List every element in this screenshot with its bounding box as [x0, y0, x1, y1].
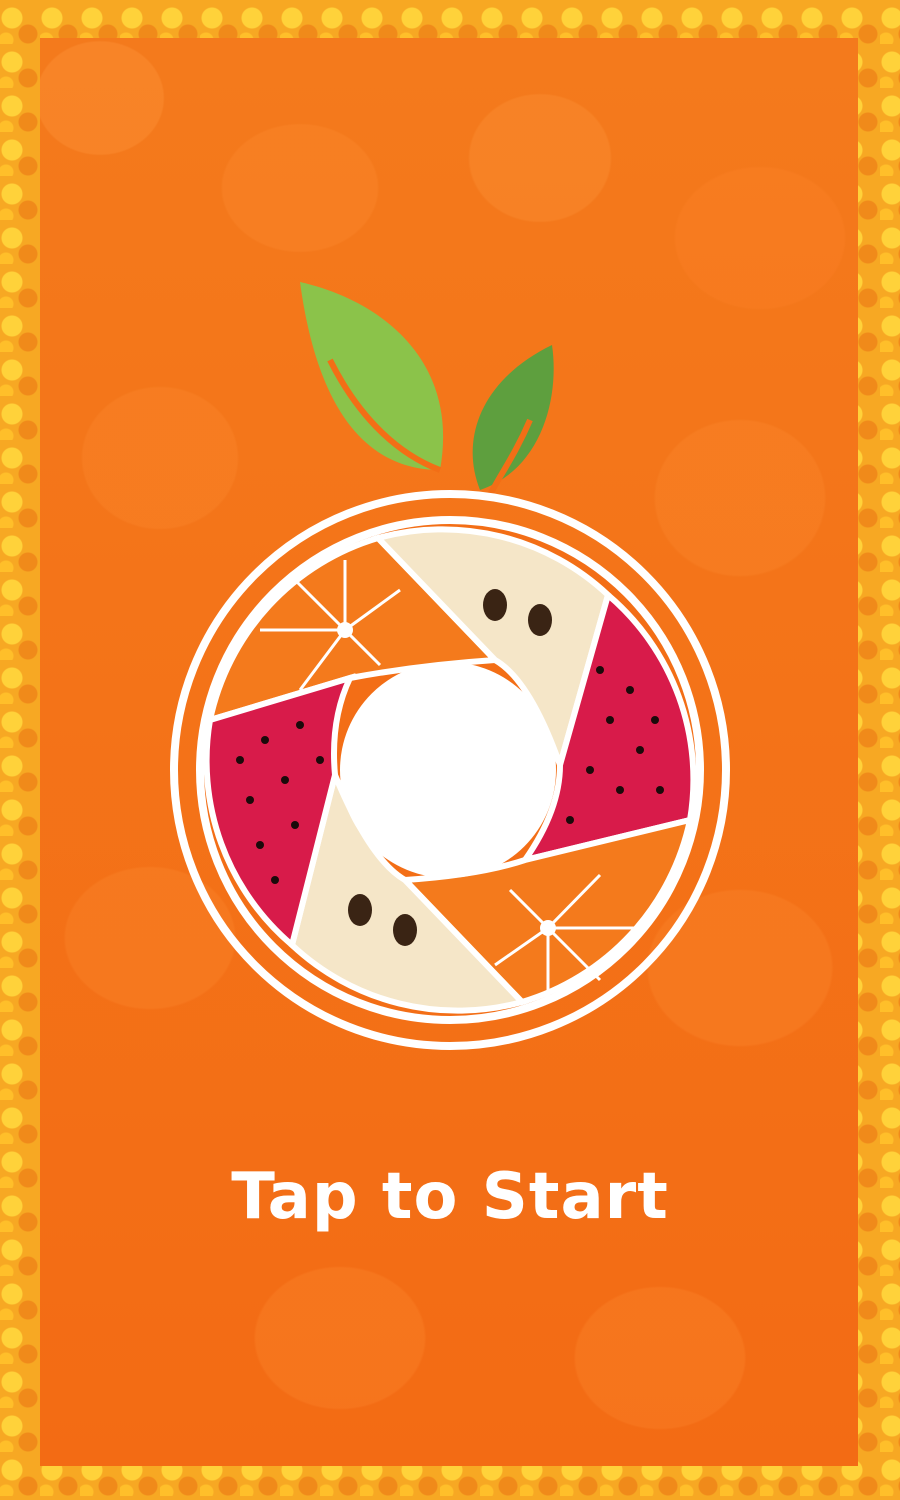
tap-to-start-label[interactable]: Tap to Start	[0, 1160, 900, 1234]
start-screen[interactable]: Tap to Start	[0, 0, 900, 1500]
left-leaf-icon	[300, 282, 444, 470]
right-leaf-icon	[472, 345, 554, 490]
fruit-shutter-logo-icon	[170, 282, 730, 1050]
